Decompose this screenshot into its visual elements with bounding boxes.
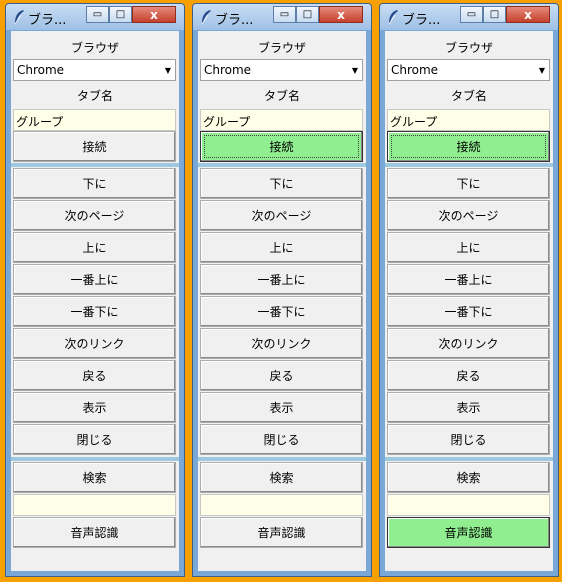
tab-name-label: タブ名 [76,89,113,103]
browser-control-window: ブラ... ▭ □ x ブラウザ Chrome ▼ タブ名 グループ接続下に 次のページ 上に 一番上… [192,3,372,577]
browser-select-value: Chrome [204,63,252,77]
nav-button[interactable]: 表示 [200,392,363,423]
nav-button[interactable]: 閉じる [13,424,176,455]
connect-button[interactable]: 接続 [13,131,176,162]
minimize-button[interactable]: ▭ [460,6,483,23]
nav-button[interactable]: 一番下に [200,296,363,327]
browser-label: ブラウザ [70,41,119,55]
tab-name-value: グループ [203,115,251,129]
browser-select-value: Chrome [391,63,439,77]
window-title: ブラ... [28,13,67,28]
separator [198,457,366,461]
browser-control-window: ブラ... ▭ □ x ブラウザ Chrome ▼ タブ名 グループ接続下に 次のページ 上に 一番上… [5,3,185,577]
tab-name-input[interactable]: グループ [200,109,363,131]
voice-recognition-button[interactable]: 音声認識 [200,517,363,548]
nav-button[interactable]: 次のページ [200,200,363,231]
feather-icon [386,9,400,25]
separator [385,457,553,461]
nav-button[interactable]: 戻る [387,360,550,391]
nav-button[interactable]: 上に [13,232,176,263]
tab-name-value: グループ [390,115,438,129]
window-controls: ▭ □ x [460,6,550,24]
nav-button[interactable]: 上に [200,232,363,263]
nav-button[interactable]: 下に [387,168,550,199]
nav-button[interactable]: 戻る [200,360,363,391]
window-title: ブラ... [402,13,441,28]
nav-button[interactable]: 次のリンク [13,328,176,359]
nav-button[interactable]: 閉じる [200,424,363,455]
nav-button[interactable]: 次のページ [13,200,176,231]
close-button[interactable]: x [132,6,176,23]
nav-button[interactable]: 一番上に [200,264,363,295]
separator [11,163,179,167]
maximize-button[interactable]: □ [296,6,319,23]
browser-select[interactable]: Chrome ▼ [200,59,363,81]
title-bar: ブラ... ▭ □ x [193,4,371,30]
minimize-button[interactable]: ▭ [273,6,296,23]
connect-button[interactable]: 接続 [387,131,550,162]
search-input[interactable] [200,494,363,516]
browser-select[interactable]: Chrome ▼ [13,59,176,81]
nav-button[interactable]: 閉じる [387,424,550,455]
close-button[interactable]: x [506,6,550,23]
browser-select[interactable]: Chrome ▼ [387,59,550,81]
dropdown-arrow-icon[interactable]: ▼ [165,66,171,75]
client-area: ブラウザ Chrome ▼ タブ名 グループ接続下に 次のページ 上に 一番上に 一番下に 次のリ… [385,31,553,571]
search-button[interactable]: 検索 [387,462,550,493]
maximize-button[interactable]: □ [109,6,132,23]
nav-button[interactable]: 表示 [13,392,176,423]
window-controls: ▭ □ x [273,6,363,24]
client-area: ブラウザ Chrome ▼ タブ名 グループ接続下に 次のページ 上に 一番上に 一番下に 次のリ… [11,31,179,571]
close-button[interactable]: x [319,6,363,23]
nav-button[interactable]: 次のページ [387,200,550,231]
feather-icon [12,9,26,25]
nav-button[interactable]: 上に [387,232,550,263]
nav-button[interactable]: 一番下に [387,296,550,327]
browser-label: ブラウザ [257,41,306,55]
maximize-button[interactable]: □ [483,6,506,23]
nav-button[interactable]: 次のリンク [387,328,550,359]
separator [198,163,366,167]
voice-recognition-button[interactable]: 音声認識 [13,517,176,548]
separator [385,163,553,167]
nav-button[interactable]: 次のリンク [200,328,363,359]
tab-name-input[interactable]: グループ [13,109,176,131]
connect-button[interactable]: 接続 [200,131,363,162]
search-input[interactable] [13,494,176,516]
browser-select-value: Chrome [17,63,65,77]
voice-recognition-button[interactable]: 音声認識 [387,517,550,548]
tab-name-input[interactable]: グループ [387,109,550,131]
minimize-button[interactable]: ▭ [86,6,109,23]
tab-name-label: タブ名 [450,89,487,103]
search-input[interactable] [387,494,550,516]
separator [11,457,179,461]
window-controls: ▭ □ x [86,6,176,24]
nav-button[interactable]: 一番上に [387,264,550,295]
nav-button[interactable]: 一番下に [13,296,176,327]
nav-button[interactable]: 戻る [13,360,176,391]
tab-name-label: タブ名 [263,89,300,103]
nav-button[interactable]: 表示 [387,392,550,423]
browser-label: ブラウザ [444,41,493,55]
feather-icon [199,9,213,25]
nav-button[interactable]: 下に [13,168,176,199]
title-bar: ブラ... ▭ □ x [6,4,184,30]
nav-button[interactable]: 一番上に [13,264,176,295]
tab-name-value: グループ [16,115,64,129]
window-title: ブラ... [215,13,254,28]
dropdown-arrow-icon[interactable]: ▼ [539,66,545,75]
browser-control-window: ブラ... ▭ □ x ブラウザ Chrome ▼ タブ名 グループ接続下に 次のページ 上に 一番上… [379,3,559,577]
search-button[interactable]: 検索 [13,462,176,493]
search-button[interactable]: 検索 [200,462,363,493]
client-area: ブラウザ Chrome ▼ タブ名 グループ接続下に 次のページ 上に 一番上に 一番下に 次のリ… [198,31,366,571]
title-bar: ブラ... ▭ □ x [380,4,558,30]
nav-button[interactable]: 下に [200,168,363,199]
dropdown-arrow-icon[interactable]: ▼ [352,66,358,75]
